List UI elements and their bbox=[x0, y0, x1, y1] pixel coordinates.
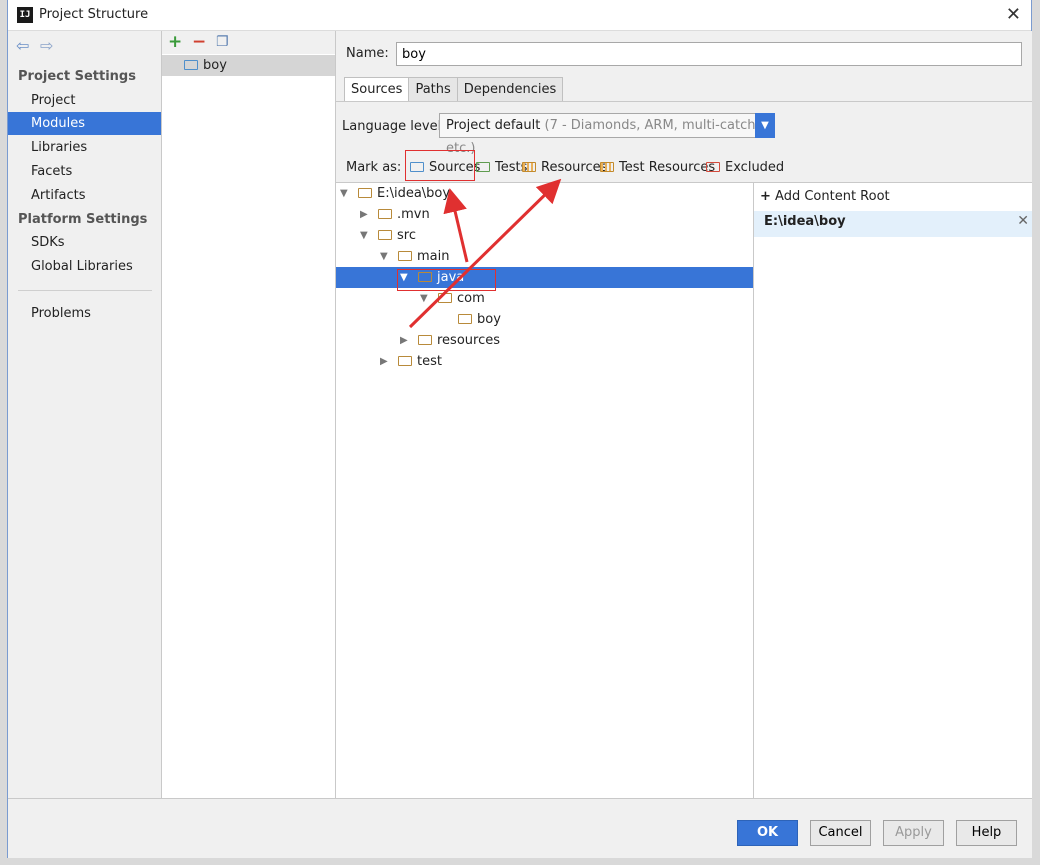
content-root-entry[interactable]: E:\idea\boy ✕ bbox=[754, 211, 1032, 237]
tree-row-src[interactable]: ▼ src bbox=[336, 225, 753, 246]
title-bar: IJ Project Structure ✕ bbox=[8, 0, 1031, 31]
expand-down-icon[interactable]: ▼ bbox=[420, 288, 428, 309]
dialog-footer: OK Cancel Apply Help bbox=[8, 798, 1032, 858]
add-icon[interactable]: + bbox=[168, 32, 182, 52]
dropdown-arrow-icon[interactable]: ▼ bbox=[755, 113, 775, 138]
folder-icon bbox=[398, 251, 412, 261]
mark-as-label: Mark as: bbox=[346, 160, 402, 175]
tab-paths[interactable]: Paths bbox=[408, 77, 458, 102]
annotation-box-sources bbox=[405, 150, 475, 181]
remove-icon[interactable]: − bbox=[192, 32, 206, 52]
mark-as-tests[interactable]: Tests bbox=[476, 160, 527, 175]
expand-right-icon[interactable]: ▶ bbox=[360, 204, 368, 225]
copy-icon[interactable]: ❐ bbox=[216, 34, 229, 50]
plus-icon: + bbox=[760, 189, 771, 204]
module-toolbar: + − ❐ bbox=[162, 31, 335, 54]
language-level-label: Language level: bbox=[342, 119, 446, 134]
nav-item-facets[interactable]: Facets bbox=[8, 160, 161, 183]
expand-down-icon[interactable]: ▼ bbox=[380, 246, 388, 267]
settings-nav-pane: ⇦ ⇨ Project Settings Project Modules Lib… bbox=[8, 31, 162, 798]
nav-item-problems[interactable]: Problems bbox=[8, 302, 161, 325]
apply-button[interactable]: Apply bbox=[883, 820, 944, 846]
excluded-folder-icon bbox=[706, 162, 720, 172]
project-structure-dialog: IJ Project Structure ✕ ⇦ ⇨ Project Setti… bbox=[7, 0, 1032, 858]
folder-icon bbox=[458, 314, 472, 324]
platform-settings-title: Platform Settings bbox=[18, 212, 148, 227]
tree-row-mvn[interactable]: ▶ .mvn bbox=[336, 204, 753, 225]
language-level-select[interactable]: Project default (7 - Diamonds, ARM, mult… bbox=[439, 113, 775, 156]
help-button[interactable]: Help bbox=[956, 820, 1017, 846]
folder-icon bbox=[398, 356, 412, 366]
expand-down-icon[interactable]: ▼ bbox=[360, 225, 368, 246]
resources-folder-icon bbox=[522, 162, 536, 172]
folder-icon bbox=[378, 209, 392, 219]
folder-icon bbox=[358, 188, 372, 198]
nav-item-libraries[interactable]: Libraries bbox=[8, 136, 161, 159]
tab-separator bbox=[336, 101, 1032, 102]
tree-row-test[interactable]: ▶ test bbox=[336, 351, 753, 372]
folder-icon bbox=[438, 293, 452, 303]
name-label: Name: bbox=[346, 46, 389, 61]
folder-icon bbox=[418, 335, 432, 345]
nav-item-artifacts[interactable]: Artifacts bbox=[8, 184, 161, 207]
expand-right-icon[interactable]: ▶ bbox=[400, 330, 408, 351]
tree-row-root[interactable]: ▼ E:\idea\boy bbox=[336, 183, 753, 204]
content-root-panel: + Add Content Root E:\idea\boy ✕ bbox=[754, 182, 1032, 798]
cancel-button[interactable]: Cancel bbox=[810, 820, 871, 846]
tree-row-main[interactable]: ▼ main bbox=[336, 246, 753, 267]
module-list-pane: + − ❐ boy bbox=[162, 31, 336, 798]
tests-folder-icon bbox=[476, 162, 490, 172]
mark-as-resources[interactable]: Resources bbox=[522, 160, 607, 175]
module-name-input[interactable] bbox=[396, 42, 1022, 66]
nav-item-project[interactable]: Project bbox=[8, 89, 161, 112]
back-arrow-icon[interactable]: ⇦ bbox=[16, 36, 29, 55]
mark-as-test-resources[interactable]: Test Resources bbox=[600, 160, 715, 175]
module-tabs: Sources Paths Dependencies bbox=[344, 77, 564, 102]
intellij-app-icon: IJ bbox=[17, 7, 33, 23]
expand-right-icon[interactable]: ▶ bbox=[380, 351, 388, 372]
nav-divider bbox=[18, 290, 152, 291]
forward-arrow-icon[interactable]: ⇨ bbox=[40, 36, 53, 55]
ok-button[interactable]: OK bbox=[737, 820, 798, 846]
tab-sources[interactable]: Sources bbox=[344, 77, 410, 102]
module-details-pane: Name: Sources Paths Dependencies Languag… bbox=[336, 31, 1032, 798]
add-content-root-button[interactable]: + Add Content Root bbox=[760, 189, 890, 204]
tab-dependencies[interactable]: Dependencies bbox=[456, 77, 564, 102]
nav-item-global-libraries[interactable]: Global Libraries bbox=[8, 255, 161, 278]
tree-row-resources[interactable]: ▶ resources bbox=[336, 330, 753, 351]
module-folder-icon bbox=[184, 60, 198, 70]
folder-icon bbox=[378, 230, 392, 240]
annotation-box-java bbox=[397, 269, 496, 291]
tree-row-com[interactable]: ▼ com bbox=[336, 288, 753, 309]
module-item-boy[interactable]: boy bbox=[162, 55, 335, 76]
mark-as-excluded[interactable]: Excluded bbox=[706, 160, 784, 175]
project-settings-title: Project Settings bbox=[18, 69, 136, 84]
expand-down-icon[interactable]: ▼ bbox=[340, 183, 348, 204]
nav-item-sdks[interactable]: SDKs bbox=[8, 231, 161, 254]
tree-row-boy[interactable]: boy bbox=[336, 309, 753, 330]
test-resources-folder-icon bbox=[600, 162, 614, 172]
nav-item-modules[interactable]: Modules bbox=[8, 112, 161, 135]
remove-root-icon[interactable]: ✕ bbox=[1017, 213, 1029, 229]
window-title: Project Structure bbox=[39, 7, 149, 22]
close-icon[interactable]: ✕ bbox=[1006, 4, 1021, 25]
